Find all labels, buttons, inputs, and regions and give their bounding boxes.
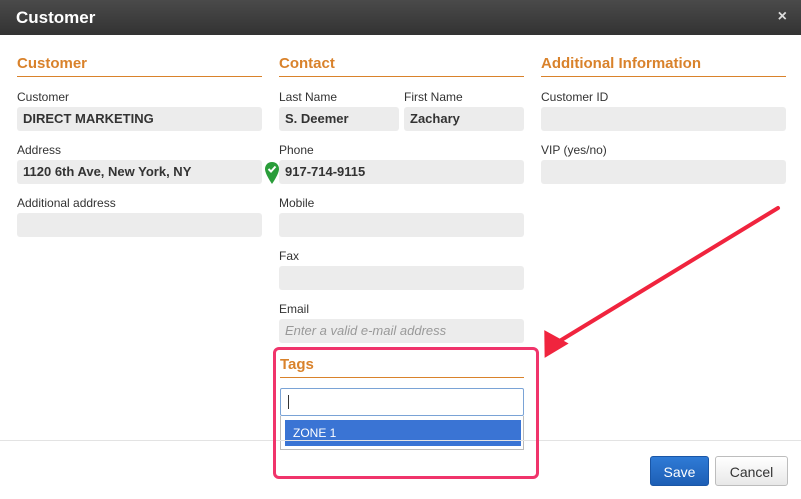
vip-field[interactable] — [541, 160, 786, 184]
last-name-label: Last Name — [279, 90, 338, 104]
customer-field[interactable]: DIRECT MARKETING — [17, 107, 262, 131]
section-heading-customer: Customer — [17, 55, 262, 77]
annotation-highlight-box — [273, 347, 539, 479]
fax-label: Fax — [279, 249, 300, 263]
dialog-titlebar: Customer × — [0, 0, 801, 35]
first-name-field[interactable]: Zachary — [404, 107, 524, 131]
section-heading-additional-information: Additional Information — [541, 55, 786, 77]
email-label: Email — [279, 302, 310, 316]
mobile-label: Mobile — [279, 196, 315, 210]
customer-id-field[interactable] — [541, 107, 786, 131]
additional-address-label: Additional address — [17, 196, 116, 210]
dialog-title: Customer — [16, 8, 96, 27]
address-field[interactable]: 1120 6th Ave, New York, NY — [17, 160, 262, 184]
address-label: Address — [17, 143, 62, 157]
phone-label: Phone — [279, 143, 314, 157]
additional-address-field[interactable] — [17, 213, 262, 237]
mobile-field[interactable] — [279, 213, 524, 237]
fax-field[interactable] — [279, 266, 524, 290]
cancel-button[interactable]: Cancel — [715, 456, 788, 486]
first-name-label: First Name — [404, 90, 463, 104]
customer-id-label: Customer ID — [541, 90, 609, 104]
vip-label: VIP (yes/no) — [541, 143, 607, 157]
save-button[interactable]: Save — [650, 456, 709, 486]
customer-label: Customer — [17, 90, 70, 104]
phone-field[interactable]: 917-714-9115 — [279, 160, 524, 184]
email-field[interactable]: Enter a valid e-mail address — [279, 319, 524, 343]
map-pin-icon[interactable] — [265, 162, 279, 184]
last-name-field[interactable]: S. Deemer — [279, 107, 399, 131]
section-heading-contact: Contact — [279, 55, 524, 77]
customer-dialog: Customer × Customer Customer DIRECT MARK… — [0, 0, 801, 499]
close-icon[interactable]: × — [778, 8, 787, 26]
